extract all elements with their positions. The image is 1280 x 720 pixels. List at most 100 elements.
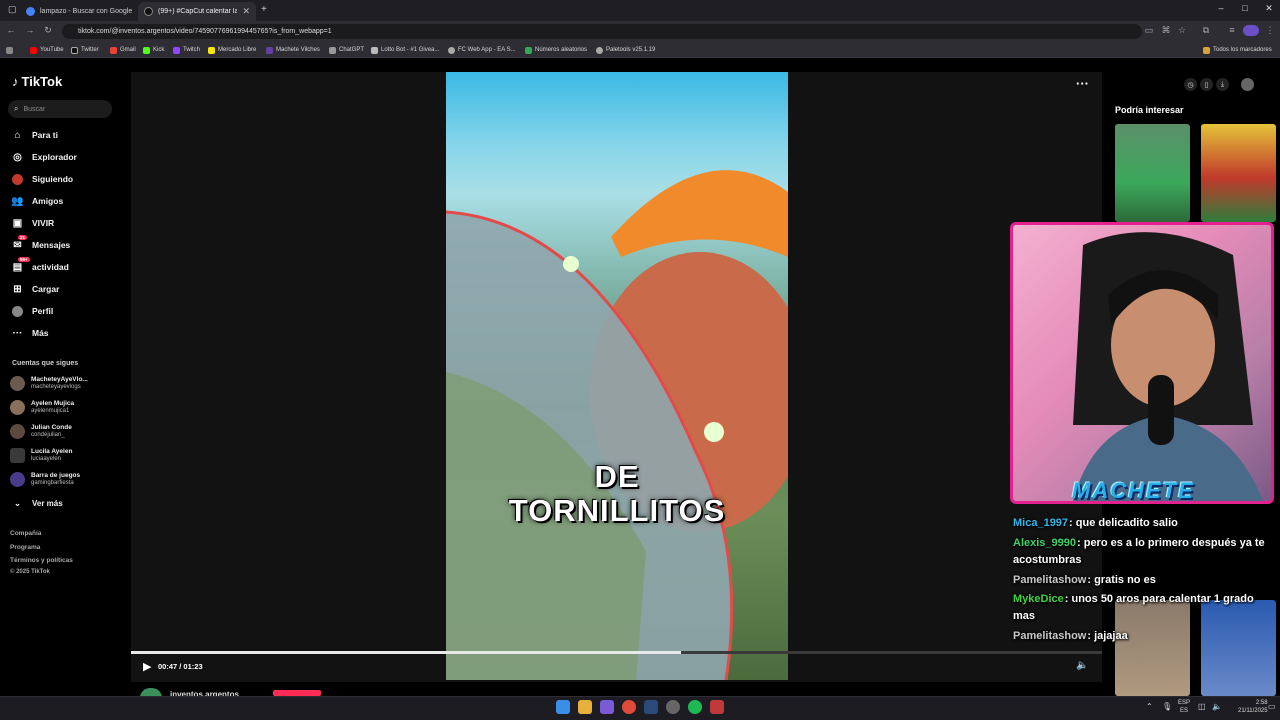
- grid-icon: [371, 46, 378, 54]
- url-field[interactable]: tiktok.com/@inventos.argentos/video/7459…: [62, 24, 1142, 39]
- avatar: [10, 423, 25, 439]
- nav-actividad[interactable]: ▤ 99+ actividad: [12, 256, 69, 274]
- minimize-icon[interactable]: –: [1214, 3, 1228, 13]
- new-tab-button[interactable]: +: [261, 4, 267, 15]
- microphone-tray-icon[interactable]: 🎙: [1162, 702, 1172, 711]
- more-options-icon[interactable]: ···: [1076, 76, 1089, 91]
- window-close-icon[interactable]: ✕: [1262, 3, 1276, 14]
- tab-google-search[interactable]: lampazo - Buscar con Google ✕: [20, 2, 136, 21]
- globe-icon: [448, 46, 455, 54]
- bookmark-machete[interactable]: Machete Vilches: [266, 42, 320, 58]
- app-icon[interactable]: [710, 700, 724, 714]
- menu-icon[interactable]: ⋮: [1264, 25, 1276, 36]
- windows-start-icon[interactable]: [556, 700, 570, 714]
- tiktok-logo[interactable]: ♪ TikTok: [12, 74, 62, 89]
- device-icon[interactable]: ▯: [1200, 78, 1213, 91]
- maximize-icon[interactable]: □: [1238, 3, 1252, 13]
- video-frame[interactable]: [446, 72, 788, 680]
- play-icon[interactable]: ▶: [143, 660, 151, 673]
- forward-icon[interactable]: →: [24, 25, 36, 35]
- compass-icon: ◎: [13, 151, 22, 163]
- tab-title: (99+) #CapCut calentar la pileta: [158, 8, 238, 15]
- all-bookmarks[interactable]: Todos los marcadores: [1203, 42, 1272, 58]
- nav-vivir[interactable]: ▣ VIVIR: [12, 216, 54, 230]
- apps-icon[interactable]: [6, 42, 13, 58]
- app-icon[interactable]: [666, 700, 680, 714]
- globe-icon: [596, 46, 603, 54]
- autoscroll-icon[interactable]: ◷: [1184, 78, 1197, 91]
- file-explorer-icon[interactable]: [578, 700, 592, 714]
- nav-perfil[interactable]: Perfil: [12, 304, 53, 318]
- bookmark-mercadolibre[interactable]: Mercado Libre: [208, 42, 256, 58]
- bookmark-paletools[interactable]: Paletools v25.1.19: [596, 42, 655, 58]
- account-username: gamingbarfiesta: [31, 479, 74, 486]
- nav-amigos[interactable]: 👥 Amigos: [11, 194, 64, 208]
- volume-tray-icon[interactable]: 🔈: [1212, 702, 1222, 711]
- nav-label: Para ti: [32, 130, 58, 140]
- steam-icon[interactable]: [644, 700, 658, 714]
- bookmark-twitch[interactable]: Twitch: [173, 42, 200, 58]
- light-bulb-shape: [563, 256, 579, 272]
- following-account[interactable]: MacheteyAyeVlo... macheteyayevlogs: [10, 374, 88, 392]
- following-account[interactable]: Lucila Ayelen luciaayelen: [10, 446, 72, 464]
- following-account[interactable]: Julian Conde condejulian_: [10, 422, 72, 440]
- bookmark-numeros[interactable]: Números aleatorios: [525, 42, 587, 58]
- google-icon: [26, 7, 35, 16]
- bookmark-lottobot[interactable]: Lotto Bot - #1 Givea...: [371, 42, 439, 58]
- tab-tiktok[interactable]: (99+) #CapCut calentar la pileta ✕: [138, 2, 256, 21]
- discord-icon[interactable]: [600, 700, 614, 714]
- bookmark-youtube[interactable]: YouTube: [30, 42, 64, 58]
- footer-link-company[interactable]: Compañía: [10, 530, 41, 537]
- nav-label: Perfil: [32, 306, 54, 316]
- profile-avatar[interactable]: [1243, 25, 1259, 36]
- search-input[interactable]: ⌕ Buscar: [8, 100, 112, 118]
- bookmark-kick[interactable]: Kick: [143, 42, 164, 58]
- volume-icon[interactable]: 🔈: [1076, 660, 1088, 671]
- see-more-button[interactable]: ⌄ Ver más: [12, 496, 63, 510]
- bookmark-star-icon[interactable]: ☆: [1176, 25, 1188, 36]
- nav-mensajes[interactable]: ✉ 21 Mensajes: [12, 234, 70, 252]
- chat-message: Alexis_9990: pero es a lo primero despué…: [1013, 535, 1275, 569]
- microphone-shape: [1148, 375, 1174, 445]
- tray-chevron-icon[interactable]: ⌃: [1146, 702, 1153, 711]
- light-bulb-shape: [704, 422, 724, 442]
- recommended-video-thumbnail[interactable]: [1115, 124, 1190, 222]
- nav-explorador[interactable]: ◎ Explorador: [12, 150, 77, 164]
- nav-cargar[interactable]: ⊞ Cargar: [12, 282, 59, 296]
- more-icon: ···: [12, 327, 23, 339]
- bookmark-label: YouTube: [40, 47, 64, 53]
- tab-search-icon[interactable]: ▢: [8, 4, 17, 15]
- footer-link-program[interactable]: Programa: [10, 544, 40, 551]
- recommended-video-thumbnail[interactable]: [1201, 124, 1276, 222]
- extensions-icon[interactable]: ⧉: [1200, 25, 1212, 36]
- nav-label: Amigos: [32, 196, 64, 206]
- webcam-scene: [1073, 232, 1263, 501]
- download-icon[interactable]: ⤓: [1216, 78, 1229, 91]
- following-account[interactable]: Barra de juegos gamingbarfiesta: [10, 470, 80, 488]
- system-clock[interactable]: 2:58 21/11/2025: [1238, 699, 1268, 715]
- bookmark-fcwebapp[interactable]: FC Web App - EA S...: [448, 42, 516, 58]
- bookmark-gmail[interactable]: Gmail: [110, 42, 136, 58]
- user-avatar[interactable]: [1241, 78, 1254, 91]
- footer-link-terms[interactable]: Términos y políticas: [10, 557, 73, 564]
- reload-icon[interactable]: ↻: [42, 25, 54, 36]
- network-icon[interactable]: ◫: [1198, 702, 1206, 711]
- chrome-icon[interactable]: [622, 700, 636, 714]
- nav-mas[interactable]: ··· Más: [12, 326, 49, 340]
- sidebar-icon[interactable]: ≡: [1226, 25, 1238, 35]
- cast-icon[interactable]: ▭: [1143, 25, 1155, 36]
- bookmark-chatgpt[interactable]: ChatGPT: [329, 42, 364, 58]
- close-icon[interactable]: ✕: [242, 6, 250, 17]
- notifications-icon[interactable]: ▭: [1268, 702, 1276, 711]
- language-indicator[interactable]: ESP ES: [1178, 699, 1190, 715]
- back-icon[interactable]: ←: [5, 25, 17, 35]
- bookmark-label: Kick: [153, 47, 165, 53]
- nav-siguiendo[interactable]: Siguiendo: [12, 172, 73, 186]
- bookmark-twitter[interactable]: Twitter: [71, 42, 99, 58]
- following-account[interactable]: Ayelen Mujica ayelenmujica1: [10, 398, 74, 416]
- spotify-icon[interactable]: [688, 700, 702, 714]
- account-username: ayelenmujica1: [31, 407, 70, 414]
- clock-time: 2:58: [1255, 700, 1268, 706]
- nav-para-ti[interactable]: ⌂ Para ti: [12, 128, 58, 142]
- translate-icon[interactable]: ⌘: [1160, 25, 1172, 36]
